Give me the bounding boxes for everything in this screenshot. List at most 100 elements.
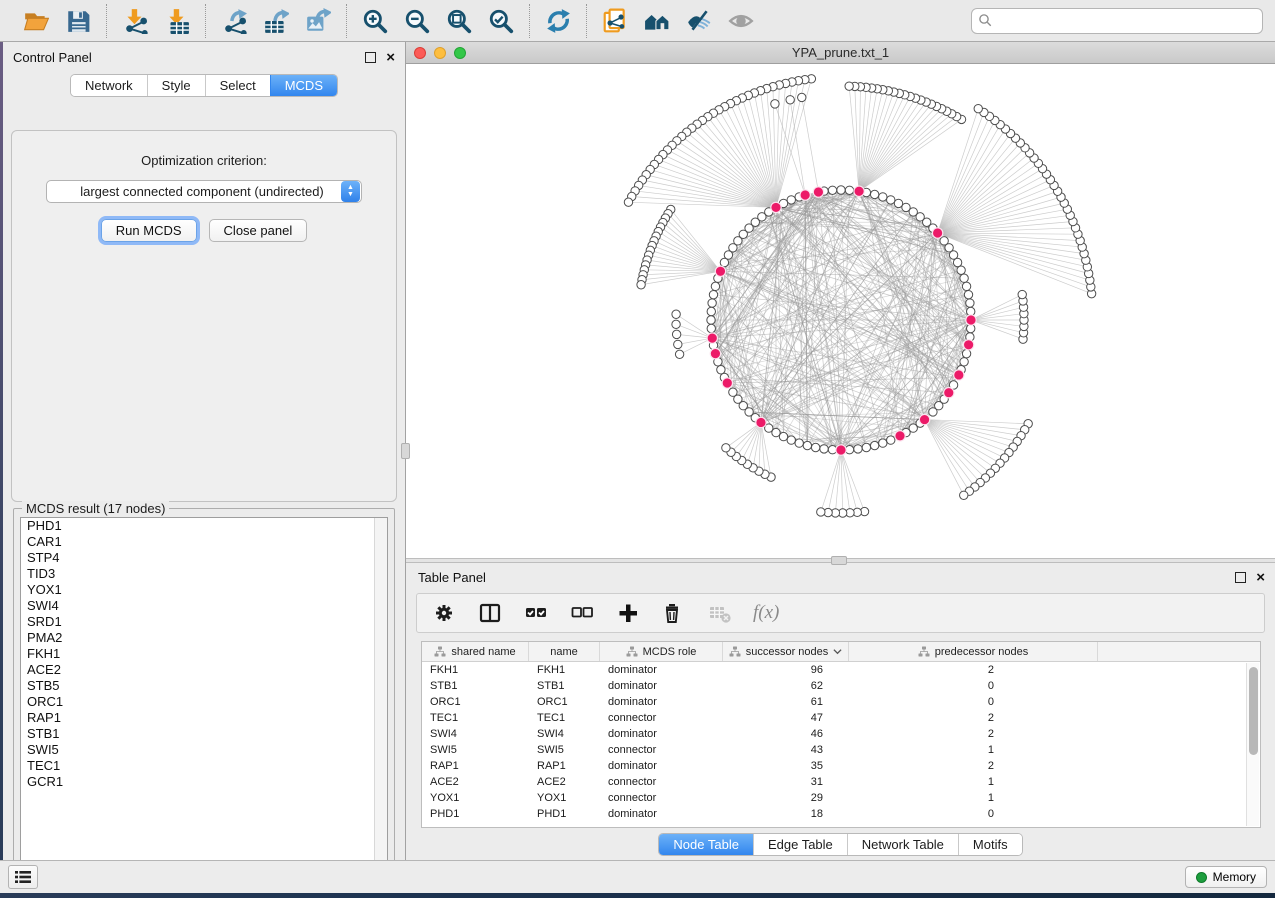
mcds-result-item[interactable]: RAP1 <box>21 710 387 726</box>
cell-successor-nodes[interactable]: 96 <box>723 662 849 678</box>
mcds-result-item[interactable]: ORC1 <box>21 694 387 710</box>
table-row[interactable]: SWI5SWI5connector431 <box>422 742 1260 758</box>
cell-shared-name[interactable]: ORC1 <box>422 694 529 710</box>
cell-shared-name[interactable]: SWI5 <box>422 742 529 758</box>
cell-name[interactable]: PHD1 <box>529 806 600 822</box>
cell-shared-name[interactable]: PHD1 <box>422 806 529 822</box>
cell-mcds-role[interactable]: connector <box>600 742 723 758</box>
close-table-panel-icon[interactable]: × <box>1256 572 1265 583</box>
cell-name[interactable]: ACE2 <box>529 774 600 790</box>
network-view[interactable] <box>406 64 1275 558</box>
search-box[interactable] <box>971 8 1263 34</box>
cell-predecessor-nodes[interactable]: 1 <box>849 774 1098 790</box>
zoom-fit-button[interactable] <box>445 7 473 35</box>
cell-name[interactable]: FKH1 <box>529 662 600 678</box>
cell-shared-name[interactable]: ACE2 <box>422 774 529 790</box>
cell-successor-nodes[interactable]: 46 <box>723 726 849 742</box>
table-settings-button[interactable] <box>431 600 457 626</box>
mcds-result-item[interactable]: PMA2 <box>21 630 387 646</box>
table-row[interactable]: YOX1YOX1connector291 <box>422 790 1260 806</box>
table-row[interactable]: TEC1TEC1connector472 <box>422 710 1260 726</box>
cell-mcds-role[interactable]: dominator <box>600 662 723 678</box>
cell-mcds-role[interactable]: connector <box>600 774 723 790</box>
mcds-result-item[interactable]: STB5 <box>21 678 387 694</box>
cell-successor-nodes[interactable]: 31 <box>723 774 849 790</box>
tab-mcds[interactable]: MCDS <box>270 75 337 96</box>
apply-layout-button[interactable] <box>544 7 572 35</box>
cell-mcds-role[interactable]: dominator <box>600 806 723 822</box>
zoom-selected-button[interactable] <box>487 7 515 35</box>
horizontal-splitter-handle[interactable] <box>831 556 847 565</box>
cell-shared-name[interactable]: RAP1 <box>422 758 529 774</box>
mcds-result-item[interactable]: TEC1 <box>21 758 387 774</box>
cell-name[interactable]: SWI4 <box>529 726 600 742</box>
tab-node-table[interactable]: Node Table <box>659 834 753 855</box>
mcds-result-item[interactable]: CAR1 <box>21 534 387 550</box>
cell-name[interactable]: SWI5 <box>529 742 600 758</box>
float-table-panel-icon[interactable] <box>1235 572 1246 583</box>
cell-predecessor-nodes[interactable]: 0 <box>849 694 1098 710</box>
cell-successor-nodes[interactable]: 47 <box>723 710 849 726</box>
table-row[interactable]: SWI4SWI4dominator462 <box>422 726 1260 742</box>
cell-name[interactable]: RAP1 <box>529 758 600 774</box>
cell-predecessor-nodes[interactable]: 0 <box>849 678 1098 694</box>
cell-predecessor-nodes[interactable]: 0 <box>849 806 1098 822</box>
tab-select[interactable]: Select <box>205 75 270 96</box>
mcds-result-item[interactable]: SWI5 <box>21 742 387 758</box>
cell-successor-nodes[interactable]: 43 <box>723 742 849 758</box>
tab-style[interactable]: Style <box>147 75 205 96</box>
table-row[interactable]: PHD1PHD1dominator180 <box>422 806 1260 822</box>
optimization-criterion-select[interactable]: largest connected component (undirected)… <box>46 180 362 203</box>
network-graph[interactable] <box>406 64 1275 558</box>
cell-shared-name[interactable]: YOX1 <box>422 790 529 806</box>
cell-mcds-role[interactable]: dominator <box>600 758 723 774</box>
mcds-list-scrollbar[interactable] <box>374 518 387 872</box>
cell-shared-name[interactable]: STB1 <box>422 678 529 694</box>
column-header-successor-nodes[interactable]: successor nodes <box>723 642 849 661</box>
cell-mcds-role[interactable]: dominator <box>600 694 723 710</box>
table-row[interactable]: RAP1RAP1dominator352 <box>422 758 1260 774</box>
import-table-file-button[interactable] <box>163 7 191 35</box>
table-row[interactable]: ACE2ACE2connector311 <box>422 774 1260 790</box>
cell-predecessor-nodes[interactable]: 1 <box>849 790 1098 806</box>
cell-name[interactable]: ORC1 <box>529 694 600 710</box>
cell-predecessor-nodes[interactable]: 1 <box>849 742 1098 758</box>
tab-network-table[interactable]: Network Table <box>847 834 958 855</box>
tab-edge-table[interactable]: Edge Table <box>753 834 847 855</box>
run-mcds-button[interactable]: Run MCDS <box>101 219 197 242</box>
cell-successor-nodes[interactable]: 35 <box>723 758 849 774</box>
first-neighbors-button[interactable] <box>643 7 671 35</box>
mcds-result-item[interactable]: PHD1 <box>21 518 387 534</box>
select-all-button[interactable] <box>523 600 549 626</box>
cell-successor-nodes[interactable]: 29 <box>723 790 849 806</box>
column-header-predecessor-nodes[interactable]: predecessor nodes <box>849 642 1098 661</box>
cell-name[interactable]: STB1 <box>529 678 600 694</box>
mcds-result-item[interactable]: STB1 <box>21 726 387 742</box>
split-panel-button[interactable] <box>477 600 503 626</box>
new-network-from-selection-button[interactable] <box>601 7 629 35</box>
cell-predecessor-nodes[interactable]: 2 <box>849 726 1098 742</box>
table-scrollbar[interactable] <box>1246 663 1259 826</box>
mcds-result-item[interactable]: GCR1 <box>21 774 387 790</box>
memory-button[interactable]: Memory <box>1185 866 1267 888</box>
column-header-name[interactable]: name <box>529 642 600 661</box>
cell-mcds-role[interactable]: dominator <box>600 678 723 694</box>
cell-shared-name[interactable]: SWI4 <box>422 726 529 742</box>
delete-column-button[interactable] <box>661 600 687 626</box>
mcds-result-item[interactable]: ACE2 <box>21 662 387 678</box>
cell-shared-name[interactable]: FKH1 <box>422 662 529 678</box>
zoom-in-button[interactable] <box>361 7 389 35</box>
cell-name[interactable]: YOX1 <box>529 790 600 806</box>
add-column-button[interactable] <box>615 600 641 626</box>
close-panel-button[interactable]: Close panel <box>209 219 308 242</box>
table-row[interactable]: FKH1FKH1dominator962 <box>422 662 1260 678</box>
cell-predecessor-nodes[interactable]: 2 <box>849 662 1098 678</box>
tab-network[interactable]: Network <box>71 75 147 96</box>
float-panel-icon[interactable] <box>365 52 376 63</box>
mcds-result-item[interactable]: SRD1 <box>21 614 387 630</box>
cell-predecessor-nodes[interactable]: 2 <box>849 758 1098 774</box>
column-header-shared-name[interactable]: shared name <box>422 642 529 661</box>
mcds-result-item[interactable]: YOX1 <box>21 582 387 598</box>
cell-mcds-role[interactable]: connector <box>600 710 723 726</box>
mcds-result-item[interactable]: TID3 <box>21 566 387 582</box>
